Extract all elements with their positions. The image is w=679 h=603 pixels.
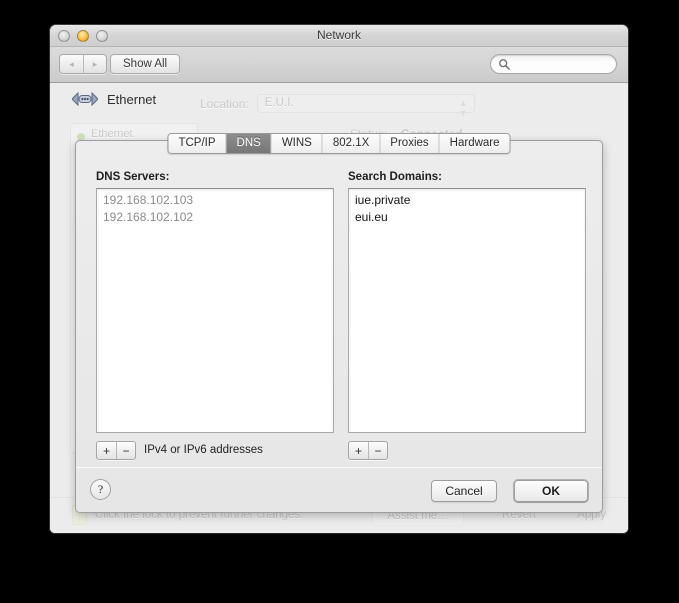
location-dropdown[interactable]: E.U.I. ▲▼ bbox=[257, 94, 475, 113]
tab-hardware[interactable]: Hardware bbox=[440, 134, 510, 153]
list-item[interactable]: 192.168.102.103 bbox=[97, 192, 333, 209]
interface-name-label: Ethernet bbox=[107, 92, 156, 107]
window-titlebar: Network bbox=[50, 25, 628, 47]
dns-add-remove-group: + − bbox=[96, 441, 136, 460]
window-toolbar: ◂ ▸ Show All bbox=[50, 47, 628, 83]
window-title: Network bbox=[50, 28, 628, 42]
ethernet-icon bbox=[72, 91, 98, 107]
search-icon bbox=[498, 58, 511, 71]
search-domains-label: Search Domains: bbox=[348, 171, 442, 183]
back-arrow-icon[interactable]: ◂ bbox=[60, 55, 83, 73]
list-item[interactable]: iue.private bbox=[349, 192, 585, 209]
ok-button[interactable]: OK bbox=[514, 480, 588, 502]
search-domains-list[interactable]: iue.private eui.eu bbox=[348, 188, 586, 433]
dns-format-hint: IPv4 or IPv6 addresses bbox=[144, 444, 263, 456]
add-search-domain-button[interactable]: + bbox=[349, 442, 368, 459]
tab-proxies[interactable]: Proxies bbox=[380, 134, 439, 153]
forward-arrow-icon[interactable]: ▸ bbox=[83, 55, 106, 73]
sheet-divider bbox=[76, 467, 602, 468]
dns-servers-list[interactable]: 192.168.102.103 192.168.102.102 bbox=[96, 188, 334, 433]
navigation-button-group: ◂ ▸ bbox=[59, 54, 107, 74]
screen: Network ◂ ▸ Show All bbox=[0, 0, 679, 603]
search-field[interactable] bbox=[490, 54, 617, 74]
location-label: Location: bbox=[200, 97, 249, 111]
cancel-button[interactable]: Cancel bbox=[431, 480, 497, 502]
tab-dns[interactable]: DNS bbox=[227, 134, 272, 153]
location-row: Location: E.U.I. ▲▼ bbox=[200, 94, 475, 113]
sheet-help-button[interactable]: ? bbox=[90, 479, 111, 500]
chevron-updown-icon: ▲▼ bbox=[459, 98, 468, 118]
settings-tab-bar: TCP/IP DNS WINS 802.1X Proxies Hardware bbox=[167, 133, 510, 154]
remove-dns-server-button[interactable]: − bbox=[116, 442, 135, 459]
show-all-button[interactable]: Show All bbox=[110, 54, 180, 74]
dns-servers-label: DNS Servers: bbox=[96, 171, 170, 183]
add-dns-server-button[interactable]: + bbox=[97, 442, 116, 459]
dns-settings-sheet: TCP/IP DNS WINS 802.1X Proxies Hardware … bbox=[75, 140, 603, 513]
tab-wins[interactable]: WINS bbox=[272, 134, 323, 153]
interface-header: Ethernet bbox=[72, 91, 156, 107]
search-input[interactable] bbox=[514, 55, 610, 73]
location-value: E.U.I. bbox=[265, 97, 294, 109]
tab-8021x[interactable]: 802.1X bbox=[323, 134, 380, 153]
tab-tcpip[interactable]: TCP/IP bbox=[168, 134, 226, 153]
list-item[interactable]: eui.eu bbox=[349, 209, 585, 226]
list-item[interactable]: 192.168.102.102 bbox=[97, 209, 333, 226]
network-preferences-window: Network ◂ ▸ Show All bbox=[50, 25, 628, 533]
search-domain-add-remove-group: + − bbox=[348, 441, 388, 460]
remove-search-domain-button[interactable]: − bbox=[368, 442, 387, 459]
